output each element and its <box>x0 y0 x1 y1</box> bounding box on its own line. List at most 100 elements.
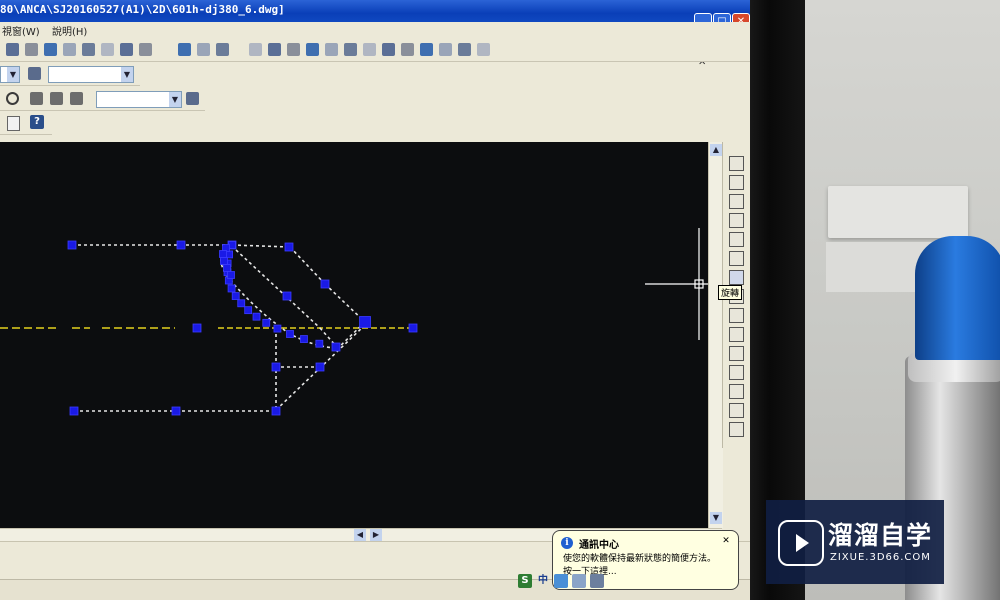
selected-line[interactable] <box>235 249 321 329</box>
keyboard-icon[interactable] <box>572 574 586 588</box>
trim-icon[interactable] <box>729 327 744 342</box>
angle-dim-icon[interactable] <box>50 92 63 105</box>
close-icon[interactable]: ✕ <box>721 536 731 546</box>
grip-point[interactable] <box>220 257 228 265</box>
wedge-icon[interactable] <box>325 43 338 56</box>
cube-front-icon[interactable] <box>6 43 19 56</box>
cube-side-icon[interactable] <box>25 43 38 56</box>
light-icon[interactable] <box>477 43 490 56</box>
moon-icon[interactable] <box>554 574 568 588</box>
explode-icon[interactable] <box>729 422 744 437</box>
grip-point[interactable] <box>227 284 236 293</box>
extend-icon[interactable] <box>729 346 744 361</box>
union-icon[interactable] <box>363 43 376 56</box>
layer-combo[interactable]: ▼ <box>96 91 182 108</box>
rotate-icon[interactable] <box>729 270 744 285</box>
sphere-icon[interactable] <box>82 43 95 56</box>
distribute-icon[interactable] <box>197 43 210 56</box>
grip-point[interactable] <box>223 264 231 272</box>
grip-point[interactable] <box>176 240 186 250</box>
erase-icon[interactable] <box>729 156 744 171</box>
chamfer-icon[interactable] <box>729 384 744 399</box>
grip-point[interactable] <box>286 330 294 338</box>
drawing-canvas[interactable] <box>0 142 708 528</box>
wall-shelf <box>828 186 968 238</box>
vertical-scrollbar[interactable]: ▲ ▼ <box>708 142 723 528</box>
cone2-icon[interactable] <box>306 43 319 56</box>
selected-line[interactable] <box>289 246 326 285</box>
tools-icon[interactable] <box>590 574 604 588</box>
array-icon[interactable] <box>729 232 744 247</box>
cylinder-icon[interactable] <box>287 43 300 56</box>
grip-point[interactable] <box>219 250 227 258</box>
grip-point[interactable] <box>284 242 294 252</box>
text-style-icon[interactable] <box>30 92 43 105</box>
move-icon[interactable] <box>729 251 744 266</box>
grip-point[interactable] <box>67 240 77 250</box>
grip-point[interactable] <box>252 312 261 321</box>
box-shade-icon[interactable] <box>120 43 133 56</box>
s-app-icon[interactable]: S <box>518 574 532 588</box>
selected-line[interactable] <box>231 244 291 248</box>
grip-point[interactable] <box>273 324 282 333</box>
break-icon[interactable] <box>729 365 744 380</box>
shade-icon[interactable] <box>216 43 229 56</box>
align-icon[interactable] <box>178 43 191 56</box>
mirror-icon[interactable] <box>729 194 744 209</box>
cube-top-icon[interactable] <box>44 43 57 56</box>
extrude-icon[interactable] <box>401 43 414 56</box>
slice-icon[interactable] <box>439 43 452 56</box>
copy-icon[interactable] <box>729 175 744 190</box>
help-icon[interactable]: ? <box>30 115 44 129</box>
menu-help[interactable]: 說明(H) <box>52 23 87 38</box>
grip-point[interactable] <box>331 342 341 352</box>
offset-icon[interactable] <box>729 213 744 228</box>
scroll-left-icon[interactable]: ◀ <box>354 529 366 541</box>
dim-update-icon[interactable] <box>186 92 199 105</box>
scroll-right-icon[interactable]: ▶ <box>370 529 382 541</box>
render-icon[interactable] <box>458 43 471 56</box>
grip-point[interactable] <box>262 318 271 327</box>
grip-point[interactable] <box>171 406 181 416</box>
grip-point[interactable] <box>192 323 202 333</box>
grip-point[interactable] <box>300 335 308 343</box>
fillet-icon[interactable] <box>729 403 744 418</box>
grip-point[interactable] <box>315 339 324 348</box>
scroll-down-icon[interactable]: ▼ <box>710 512 722 524</box>
linear-dim-icon[interactable] <box>70 92 83 105</box>
grip-point[interactable] <box>359 316 371 328</box>
subtract-icon[interactable] <box>382 43 395 56</box>
orbit-icon[interactable] <box>139 43 152 56</box>
grip-point[interactable] <box>231 292 240 300</box>
grip-point[interactable] <box>320 279 330 289</box>
grip-point[interactable] <box>244 306 253 315</box>
grip-point[interactable] <box>271 362 281 372</box>
sphere2-icon[interactable] <box>268 43 281 56</box>
color-combo[interactable]: ▼ <box>0 66 20 83</box>
grip-point[interactable] <box>237 299 246 308</box>
grip-point[interactable] <box>408 323 418 333</box>
selected-line[interactable] <box>324 283 366 323</box>
menu-window[interactable]: 視窗(W) <box>2 23 40 38</box>
grip-point[interactable] <box>282 291 292 301</box>
grip-point[interactable] <box>315 362 325 372</box>
document-icon[interactable] <box>7 116 20 131</box>
scroll-up-icon[interactable]: ▲ <box>710 144 722 156</box>
toolbar-properties: ▼ ▼ <box>0 63 140 86</box>
torus-icon[interactable] <box>344 43 357 56</box>
cone-icon[interactable] <box>101 43 114 56</box>
dimstyle-combo[interactable]: ▼ <box>48 66 134 83</box>
ime-icon[interactable]: 中 <box>536 574 550 588</box>
dimstyle-icon[interactable] <box>28 67 41 80</box>
box-icon[interactable] <box>249 43 262 56</box>
title-bar[interactable]: 80\ANCA\SJ20160527(A1)\2D\601h-dj380_6.d… <box>0 0 750 31</box>
stretch-icon[interactable] <box>729 308 744 323</box>
grip-point[interactable] <box>227 271 235 279</box>
center-mark-icon[interactable] <box>6 92 19 105</box>
cube-iso-icon[interactable] <box>63 43 76 56</box>
grip-point[interactable] <box>69 406 79 416</box>
revolve-icon[interactable] <box>420 43 433 56</box>
grip-point[interactable] <box>271 406 281 416</box>
chevron-down-icon: ▼ <box>169 92 181 107</box>
drawing-svg[interactable] <box>0 142 708 528</box>
